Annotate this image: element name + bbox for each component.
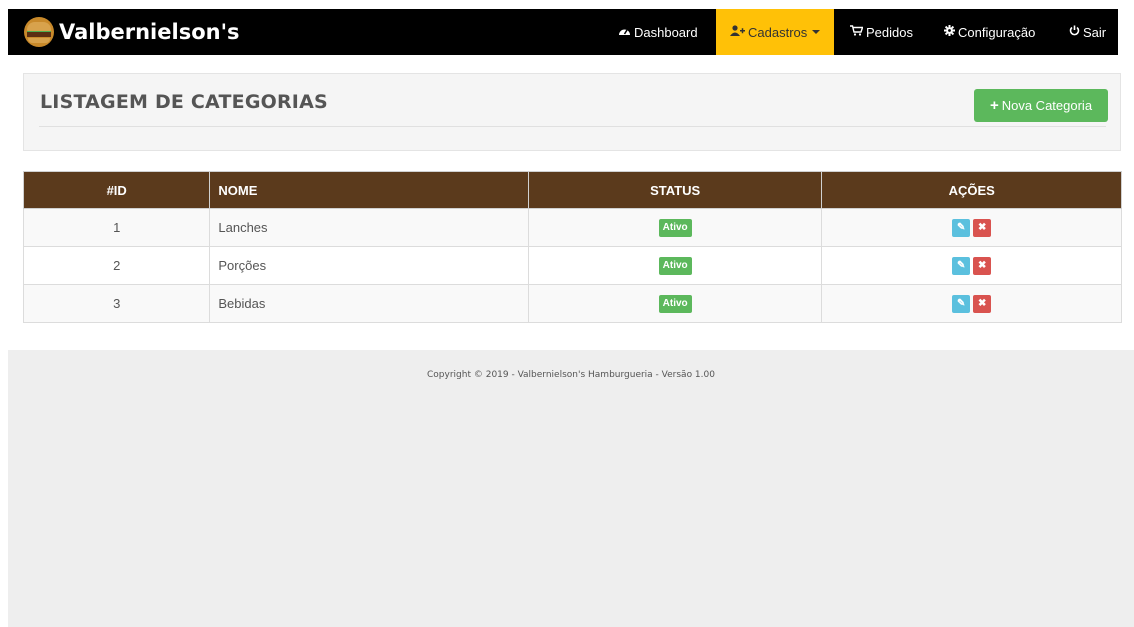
nav-dashboard[interactable]: Dashboard <box>618 9 698 55</box>
row-id: 3 <box>22 284 211 323</box>
delete-button[interactable]: ✖ <box>973 294 992 313</box>
nav-configuracao[interactable]: Configuração <box>944 9 1035 55</box>
edit-icon: ✎ <box>957 260 966 271</box>
nav-dashboard-label: Dashboard <box>634 24 698 40</box>
nav-cadastros[interactable]: Cadastros <box>716 9 835 55</box>
nav-sair-label: Sair <box>1083 24 1107 40</box>
delete-button[interactable]: ✖ <box>973 218 992 237</box>
burger-logo-icon <box>24 17 54 47</box>
nav-sair[interactable]: Sair <box>1069 9 1106 55</box>
edit-button[interactable]: ✎ <box>952 218 971 237</box>
row-id: 1 <box>22 208 211 247</box>
nav-pedidos-label: Pedidos <box>866 24 913 40</box>
column-header-status[interactable]: STATUS <box>527 171 823 209</box>
page-title: LISTAGEM DE CATEGORIAS <box>40 91 328 113</box>
page-header-panel: LISTAGEM DE CATEGORIAS + Nova Categoria <box>23 73 1121 151</box>
edit-button[interactable]: ✎ <box>952 256 971 275</box>
edit-button[interactable]: ✎ <box>952 294 971 313</box>
nav-pedidos[interactable]: Pedidos <box>850 9 913 55</box>
gear-icon <box>944 25 955 39</box>
nav-configuracao-label: Configuração <box>958 24 1036 40</box>
delete-button[interactable]: ✖ <box>973 256 992 275</box>
new-category-button[interactable]: + Nova Categoria <box>974 89 1108 122</box>
status-badge: Ativo <box>658 295 692 313</box>
power-icon <box>1069 25 1080 39</box>
row-nome: Lanches <box>209 208 529 247</box>
cart-icon <box>850 25 864 39</box>
dashboard-icon <box>618 25 631 39</box>
table-row: 3 Bebidas Ativo ✎ ✖ <box>22 284 1122 323</box>
column-header-acoes: AÇÕES <box>821 171 1122 209</box>
table-header-row: #ID NOME STATUS AÇÕES <box>22 171 1122 209</box>
row-nome: Porções <box>209 246 529 285</box>
status-badge: Ativo <box>658 219 692 237</box>
column-header-nome[interactable]: NOME <box>209 171 529 209</box>
column-header-id[interactable]: #ID <box>22 171 211 209</box>
row-nome: Bebidas <box>209 284 529 323</box>
row-id: 2 <box>22 246 211 285</box>
footer-copyright: Copyright © 2019 - Valbernielson's Hambu… <box>427 370 715 380</box>
close-icon: ✖ <box>978 222 987 233</box>
top-navbar: Valbernielson's Dashboard Cadastros Pedi… <box>8 9 1118 55</box>
brand[interactable]: Valbernielson's <box>24 16 240 48</box>
chevron-down-icon <box>812 30 821 34</box>
close-icon: ✖ <box>978 260 987 271</box>
plus-icon: + <box>989 97 999 114</box>
brand-name: Valbernielson's <box>59 20 240 44</box>
categories-table: #ID NOME STATUS AÇÕES 1 Lanches Ativo ✎ … <box>22 171 1122 323</box>
edit-icon: ✎ <box>957 222 966 233</box>
new-category-label: Nova Categoria <box>1001 98 1093 113</box>
edit-icon: ✎ <box>957 298 966 309</box>
table-row: 1 Lanches Ativo ✎ ✖ <box>22 208 1122 247</box>
divider <box>39 126 1106 127</box>
table-row: 2 Porções Ativo ✎ ✖ <box>22 246 1122 285</box>
nav-cadastros-label: Cadastros <box>748 24 808 40</box>
close-icon: ✖ <box>978 298 987 309</box>
user-plus-icon <box>730 25 745 39</box>
status-badge: Ativo <box>658 257 692 275</box>
